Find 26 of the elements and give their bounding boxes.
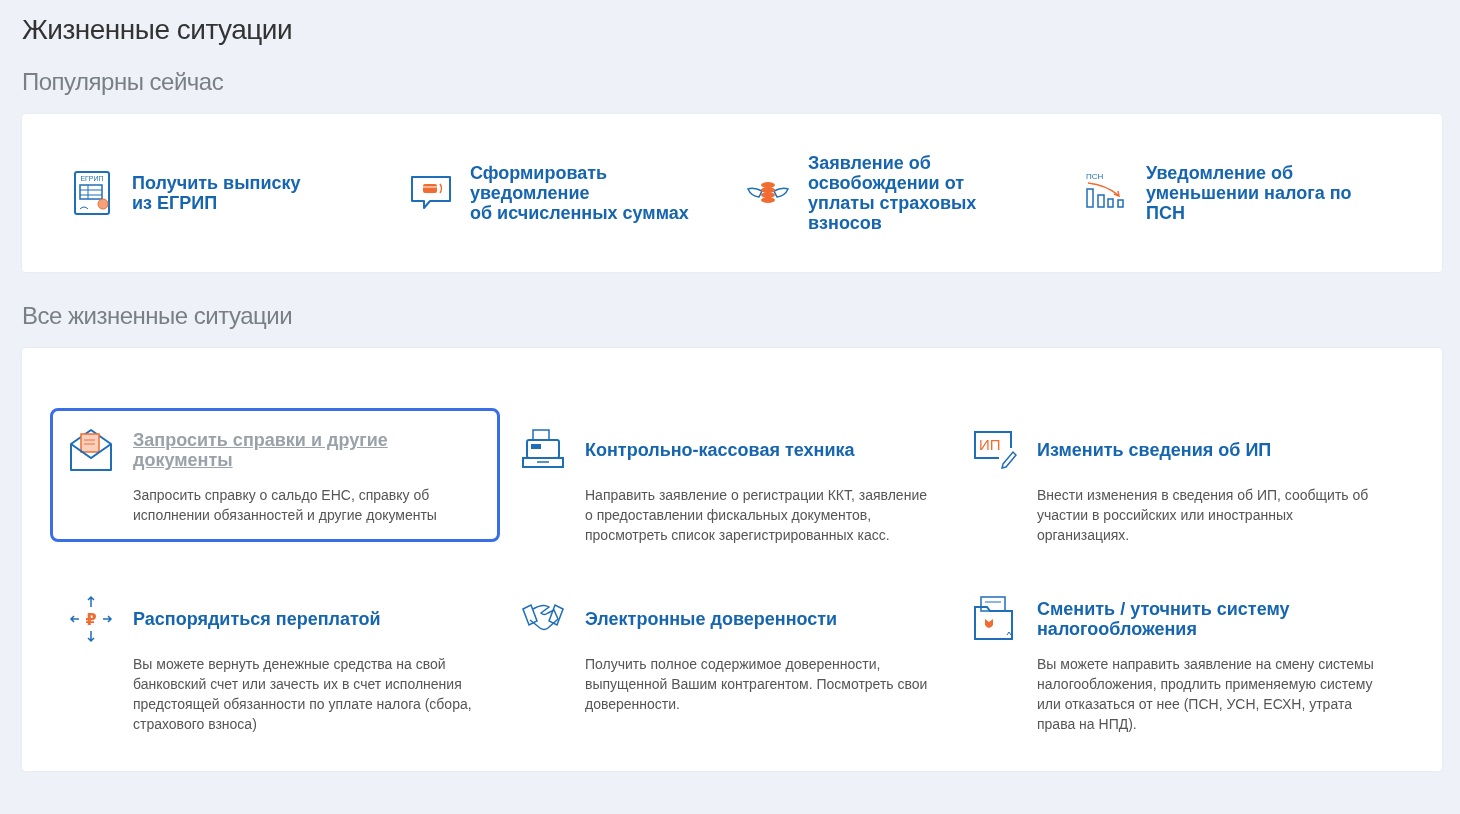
page-title: Жизненные ситуации xyxy=(22,14,294,46)
situation-item[interactable]: ИП Изменить сведения об ИП Внести изменения в сведения об ИП, сообщить об участии в российских или иностранных организациях. xyxy=(954,408,1404,562)
situation-description: Запросить справку о сальдо ЕНС, справку об исполнении обязанностей и другие документы xyxy=(133,486,438,525)
situation-item[interactable]: Запросить справки и другие документы Запросить справку о сальдо ЕНС, справку об исполнении обязанностей и другие документы xyxy=(50,408,500,542)
situation-title: Запросить справки и другие документы xyxy=(133,430,389,470)
situation-description: Внести изменения в сведения об ИП, сообщить об участии в российских или иностранных организациях. xyxy=(1037,486,1370,545)
situation-title: Контрольно-кассовая техника xyxy=(585,440,855,460)
situation-description: Вы можете направить заявление на смену системы налогообложения, продлить применяемую систему или отказаться от нее (ПСН, УСН, ЕСХН, утрата права на НПД). xyxy=(1037,654,1375,734)
situation-description: Направить заявление о регистрации ККТ, заявление о предоставлении фискальных документов, просмотреть список зарегистрированных касс. xyxy=(585,486,928,545)
section-heading: Популярны сейчас xyxy=(22,68,225,96)
situation-item[interactable]: Сменить / уточнить систему налогообложения Вы можете направить заявление на смену системы налогообложения, продлить применяемую систему или отказаться от нее (ПСН, УСН, ЕСХН, утрата права на НПД). xyxy=(954,576,1404,751)
situation-description: Получить полное содержимое доверенности, выпущенной Вашим контрагентом. Посмотреть свои доверенности. xyxy=(585,654,929,714)
situation-title: Сменить / уточнить систему налогообложения xyxy=(1037,598,1291,639)
situation-item[interactable]: ₽ Распорядиться переплатой Вы можете вернуть денежные средства на свой банковский счет или зачесть их в счет исполнения предстоящей обязанности по уплате налога (сбора, страхового взноса) xyxy=(50,576,500,751)
popular-link[interactable]: Заявление об освобождении от уплаты страховых взносов xyxy=(808,153,977,233)
situation-title: Электронные доверенности xyxy=(585,608,838,629)
situation-item[interactable]: Контрольно-кассовая техника Направить заявление о регистрации ККТ, заявление о предоставлении фискальных документов, просмотреть список зарегистрированных касс. xyxy=(502,408,952,562)
popular-link[interactable]: Получить выписку из ЕГРИП xyxy=(132,173,301,213)
situation-title: Изменить сведения об ИП xyxy=(1037,440,1272,460)
popular-link[interactable]: Сформировать уведомление об исчисленных суммах xyxy=(470,163,689,223)
envelope-icon xyxy=(69,426,113,474)
situation-item[interactable]: Электронные доверенности Получить полное содержимое доверенности, выпущенной Вашим контрагентом. Посмотреть свои доверенности. xyxy=(502,576,952,731)
section-heading: Все жизненные ситуации xyxy=(22,302,294,330)
situation-title: Распорядиться переплатой xyxy=(133,608,381,629)
situation-description: Вы можете вернуть денежные средства на свой банковский счет или зачесть их в счет исполнения предстоящей обязанности по уплате налога (сбора, страхового взноса) xyxy=(133,654,473,734)
popular-link[interactable]: Уведомление об уменьшении налога по ПСН xyxy=(1146,163,1352,223)
